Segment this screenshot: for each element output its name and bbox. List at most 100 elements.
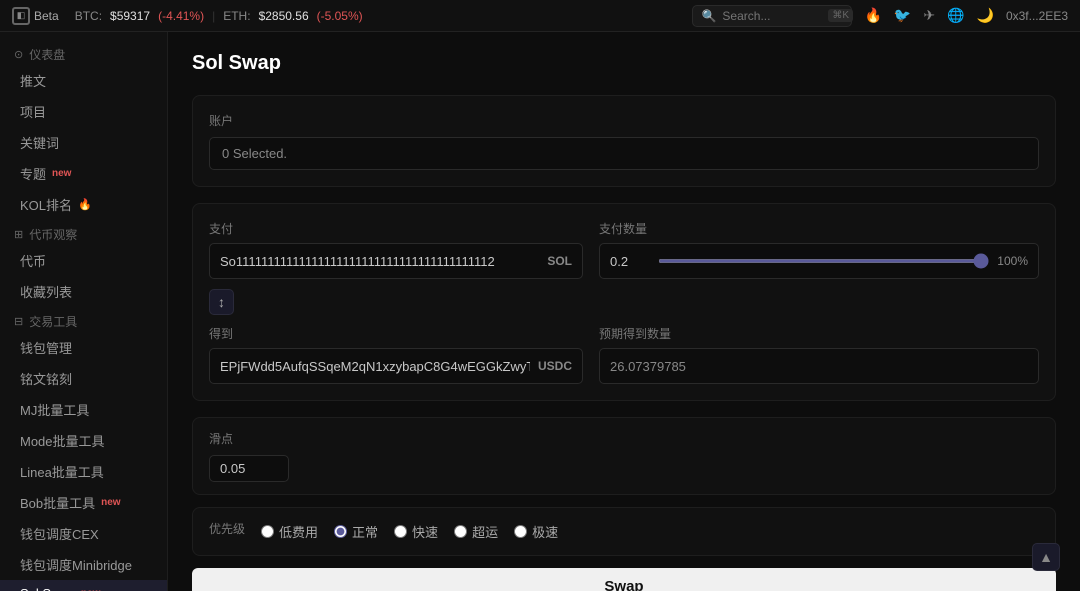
swap-button[interactable]: Swap [192, 568, 1056, 591]
receive-col: 得到 USDC [209, 325, 583, 384]
theme-icon[interactable]: 🌙 [977, 7, 994, 24]
logo-text: Beta [34, 9, 59, 23]
sidebar: ⊙ 仪表盘 推文 项目 关键词 专题 new KOL排名 🔥 ⊞ 代币观察 代币… [0, 32, 168, 591]
pay-label: 支付 [209, 220, 583, 237]
sidebar-item-watchlist-label: 收藏列表 [20, 282, 72, 301]
sidebar-item-sol-swap[interactable]: Sol Swap new [0, 580, 167, 591]
priority-option-ultra[interactable]: 极速 [514, 522, 558, 541]
scroll-top-button[interactable]: ▲ [1032, 543, 1060, 571]
sidebar-item-mj-batch[interactable]: MJ批量工具 [0, 394, 167, 425]
search-kbd: ⌘K [828, 9, 853, 22]
price-ticker: BTC: $59317 (-4.41%) | ETH: $2850.56 (-5… [75, 9, 363, 23]
sidebar-section-dashboard: ⊙ 仪表盘 [0, 40, 167, 65]
pay-amount-label: 支付数量 [599, 220, 1039, 237]
sidebar-item-mode-batch[interactable]: Mode批量工具 [0, 425, 167, 456]
priority-radio-ultra[interactable] [514, 525, 527, 538]
sidebar-section-dashboard-label: 仪表盘 [29, 46, 65, 63]
receive-address-input[interactable] [220, 359, 530, 374]
priority-option-normal[interactable]: 正常 [334, 522, 378, 541]
sidebar-item-watchlist[interactable]: 收藏列表 [0, 276, 167, 307]
account-label: 账户 [209, 112, 1039, 129]
fire-icon[interactable]: 🔥 [864, 7, 881, 24]
sidebar-section-coin-label: 代币观察 [29, 226, 77, 243]
coin-section-icon: ⊞ [14, 228, 23, 241]
receive-expected-value: 26.07379785 [599, 348, 1039, 384]
receive-row: 得到 USDC 预期得到数量 26.07379785 [209, 325, 1039, 384]
receive-expected-col: 预期得到数量 26.07379785 [599, 325, 1039, 384]
sidebar-item-project[interactable]: 项目 [0, 96, 167, 127]
swap-arrow-row: ↕ [209, 289, 1039, 315]
pay-address-input[interactable] [220, 254, 539, 269]
page-title: Sol Swap [192, 52, 1056, 75]
priority-label: 优先级 [209, 520, 245, 537]
priority-option-turbo[interactable]: 超运 [454, 522, 498, 541]
priority-options: 优先级 低费用 正常 快速 超运 极速 [209, 520, 1039, 543]
search-icon: 🔍 [701, 9, 716, 23]
sidebar-item-kol-label: KOL排名 [20, 195, 72, 214]
pay-amount-input[interactable] [610, 254, 650, 269]
sidebar-item-bob-batch-label: Bob批量工具 [20, 493, 95, 512]
logo[interactable]: ◧ Beta [12, 7, 59, 25]
sidebar-item-bob-batch[interactable]: Bob批量工具 new [0, 487, 167, 518]
sidebar-item-kol[interactable]: KOL排名 🔥 [0, 189, 167, 220]
sidebar-item-coin[interactable]: 代币 [0, 245, 167, 276]
priority-radio-low[interactable] [261, 525, 274, 538]
account-select-button[interactable]: 0 Selected. [209, 137, 1039, 170]
priority-radio-turbo[interactable] [454, 525, 467, 538]
slippage-input[interactable] [220, 461, 280, 476]
sidebar-item-sol-swap-label: Sol Swap [20, 586, 75, 591]
priority-radio-fast[interactable] [394, 525, 407, 538]
sidebar-item-project-label: 项目 [20, 102, 46, 121]
slippage-label: 滑点 [209, 430, 1039, 447]
account-card: 账户 0 Selected. [192, 95, 1056, 187]
wallet-address: 0x3f...2EE3 [1006, 9, 1068, 23]
pay-amount-col: 支付数量 100% [599, 220, 1039, 279]
receive-label: 得到 [209, 325, 583, 342]
pay-row: 支付 SOL 支付数量 100% [209, 220, 1039, 279]
slippage-input-wrap [209, 455, 289, 482]
priority-option-low[interactable]: 低费用 [261, 522, 318, 541]
swap-direction-button[interactable]: ↕ [209, 289, 234, 315]
sidebar-item-tweet-label: 推文 [20, 71, 46, 90]
sidebar-item-mj-batch-label: MJ批量工具 [20, 400, 89, 419]
twitter-icon[interactable]: 🐦 [894, 7, 911, 24]
eth-label: ETH: [223, 9, 250, 23]
sidebar-item-keyword-label: 关键词 [20, 133, 59, 152]
pay-token-label: SOL [547, 254, 572, 268]
receive-expected-label: 预期得到数量 [599, 325, 1039, 342]
sidebar-item-linea-batch[interactable]: Linea批量工具 [0, 456, 167, 487]
telegram-icon[interactable]: ✈ [923, 7, 935, 24]
kol-fire-icon: 🔥 [78, 198, 92, 211]
sidebar-section-coin: ⊞ 代币观察 [0, 220, 167, 245]
pay-address-input-wrap: SOL [209, 243, 583, 279]
sidebar-item-linea-batch-label: Linea批量工具 [20, 462, 104, 481]
sidebar-section-trade-label: 交易工具 [29, 313, 77, 330]
globe-icon[interactable]: 🌐 [947, 7, 964, 24]
btc-label: BTC: [75, 9, 102, 23]
sidebar-item-coin-label: 代币 [20, 251, 46, 270]
btc-change: (-4.41%) [158, 9, 204, 23]
slippage-card: 滑点 [192, 417, 1056, 495]
topbar-right: 🔍 ⌘K 🔥 🐦 ✈ 🌐 🌙 0x3f...2EE3 [692, 5, 1068, 27]
bob-new-badge: new [101, 497, 120, 508]
layout: ⊙ 仪表盘 推文 项目 关键词 专题 new KOL排名 🔥 ⊞ 代币观察 代币… [0, 32, 1080, 591]
search-input[interactable] [722, 9, 822, 23]
pay-amount-input-wrap: 100% [599, 243, 1039, 279]
priority-radio-normal[interactable] [334, 525, 347, 538]
sidebar-item-topic[interactable]: 专题 new [0, 158, 167, 189]
sidebar-item-mode-batch-label: Mode批量工具 [20, 431, 105, 450]
sidebar-item-minibridge[interactable]: 钱包调度Minibridge [0, 549, 167, 580]
priority-option-fast[interactable]: 快速 [394, 522, 438, 541]
sidebar-item-keyword[interactable]: 关键词 [0, 127, 167, 158]
sidebar-item-inscription[interactable]: 铭文铭刻 [0, 363, 167, 394]
main-content: Sol Swap 账户 0 Selected. 支付 SOL 支付数量 [168, 32, 1080, 591]
eth-price: $2850.56 [259, 9, 309, 23]
sidebar-item-tweet[interactable]: 推文 [0, 65, 167, 96]
sidebar-item-cex[interactable]: 钱包调度CEX [0, 518, 167, 549]
sidebar-item-minibridge-label: 钱包调度Minibridge [20, 555, 132, 574]
sidebar-section-trade: ⊟ 交易工具 [0, 307, 167, 332]
search-box[interactable]: 🔍 ⌘K [692, 5, 852, 27]
priority-card: 优先级 低费用 正常 快速 超运 极速 [192, 507, 1056, 556]
sidebar-item-wallet-mgmt[interactable]: 钱包管理 [0, 332, 167, 363]
pay-amount-slider[interactable] [658, 259, 989, 263]
